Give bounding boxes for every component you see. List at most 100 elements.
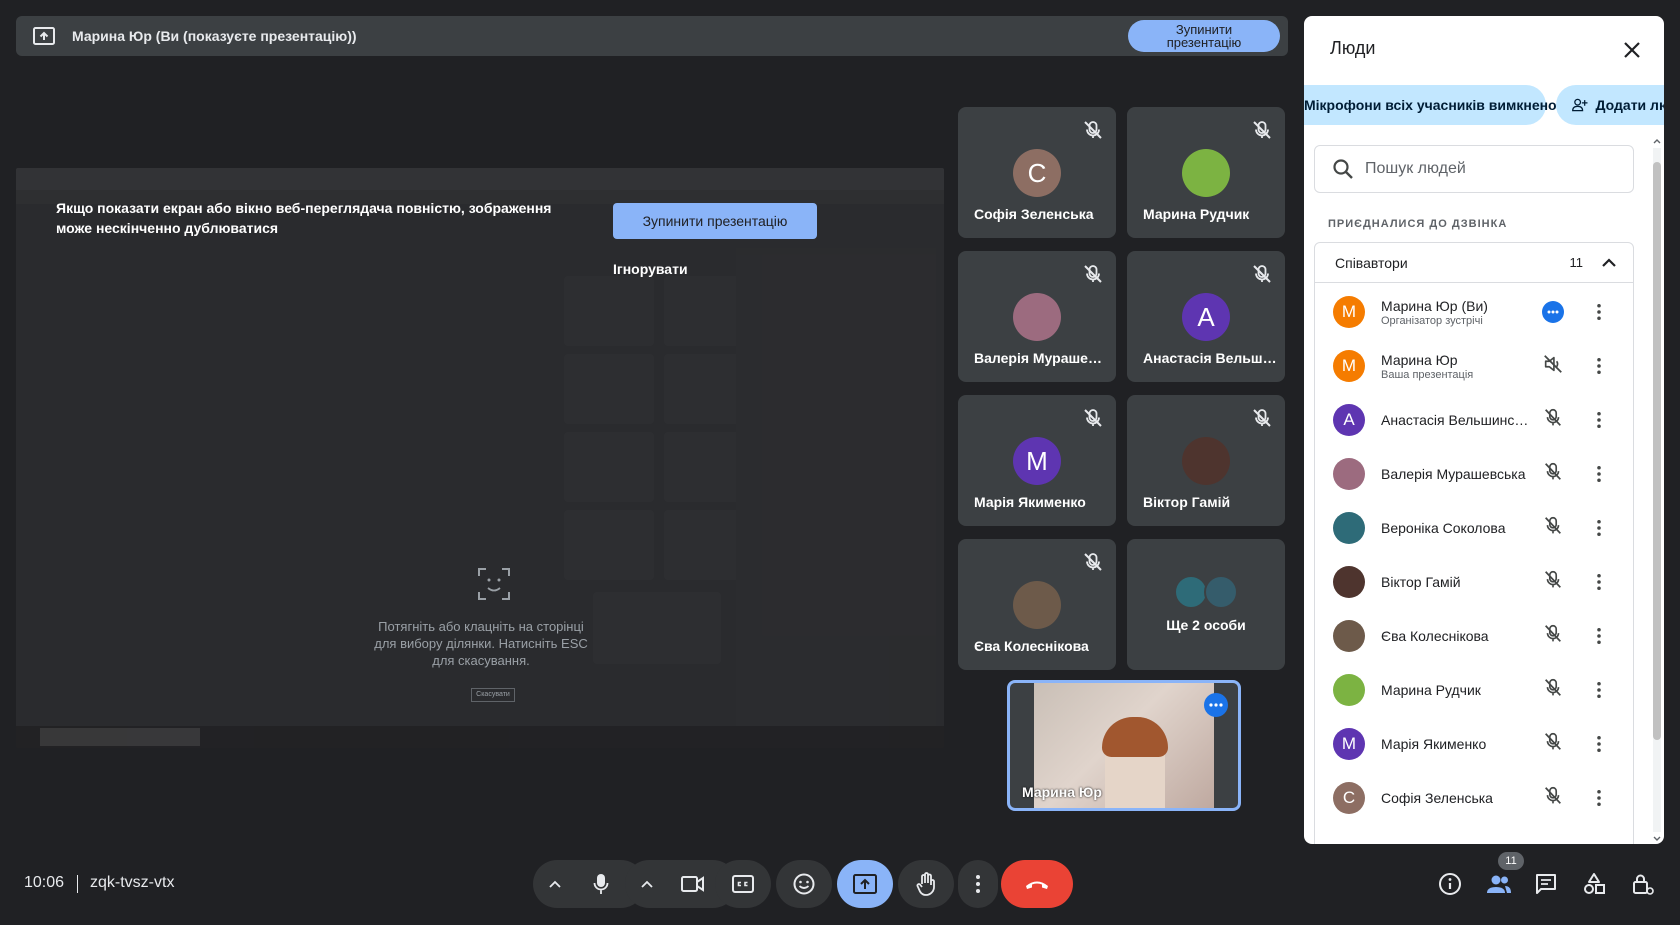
warning-ignore-button[interactable]: Ігнорувати bbox=[613, 258, 703, 280]
participant-status[interactable] bbox=[1541, 570, 1565, 594]
participant-row[interactable]: М Марина Юр (Ви) Організатор зустрічі bbox=[1315, 284, 1633, 340]
avatar bbox=[1182, 437, 1230, 485]
participant-row[interactable]: Марина Рудчик bbox=[1315, 662, 1633, 718]
host-controls-icon[interactable] bbox=[1630, 872, 1654, 896]
participant-name: Єва Колеснікова bbox=[1381, 628, 1489, 644]
present-button[interactable] bbox=[837, 860, 893, 908]
mic-off-icon bbox=[1082, 551, 1104, 573]
os-search bbox=[40, 728, 200, 746]
raise-hand-button[interactable] bbox=[898, 860, 954, 908]
more-vert-icon[interactable] bbox=[1587, 786, 1611, 810]
collaborators-label: Співавтори bbox=[1335, 254, 1408, 271]
people-scrollbar[interactable] bbox=[1650, 136, 1664, 844]
presentation-audio-off-icon bbox=[1542, 353, 1564, 380]
more-options-icon[interactable] bbox=[1542, 301, 1564, 323]
more-vert-icon[interactable] bbox=[1587, 516, 1611, 540]
reactions-button[interactable] bbox=[776, 860, 832, 908]
audio-options-chevron-icon[interactable] bbox=[543, 872, 567, 896]
more-vert-icon[interactable] bbox=[1587, 300, 1611, 324]
participant-status[interactable] bbox=[1541, 624, 1565, 648]
people-search[interactable] bbox=[1314, 145, 1634, 193]
more-people-tile[interactable]: Ще 2 особи bbox=[1127, 539, 1285, 670]
activities-icon[interactable] bbox=[1582, 872, 1606, 896]
participant-name: Софія Зеленська bbox=[974, 206, 1094, 222]
meeting-info-icon[interactable] bbox=[1438, 872, 1462, 896]
close-icon[interactable] bbox=[1620, 38, 1644, 62]
participant-tile[interactable]: Марина Рудчик bbox=[1127, 107, 1285, 238]
collaborators-header[interactable]: Співавтори 11 bbox=[1315, 243, 1633, 283]
participant-status[interactable] bbox=[1541, 786, 1565, 810]
more-options-icon[interactable] bbox=[1204, 693, 1228, 717]
participant-tile[interactable]: Віктор Гамій bbox=[1127, 395, 1285, 526]
participant-row[interactable]: С Софія Зеленська bbox=[1315, 770, 1633, 826]
people-icon[interactable] bbox=[1486, 872, 1512, 896]
scroll-up-icon[interactable] bbox=[1653, 138, 1661, 144]
stop-presenting-button[interactable]: Зупинити презентацію bbox=[1128, 20, 1280, 52]
add-people-button[interactable]: Додати людей bbox=[1556, 85, 1664, 125]
more-options-button[interactable] bbox=[958, 860, 998, 908]
avatar bbox=[1013, 581, 1061, 629]
scroll-down-icon[interactable] bbox=[1653, 836, 1661, 842]
more-vert-icon[interactable] bbox=[1587, 462, 1611, 486]
chat-icon[interactable] bbox=[1534, 872, 1558, 896]
self-tile-name: Марина Юр bbox=[1022, 784, 1102, 800]
more-vert-icon[interactable] bbox=[1587, 354, 1611, 378]
participant-status[interactable] bbox=[1541, 732, 1565, 756]
mic-off-icon bbox=[1542, 623, 1564, 650]
present-screen-icon bbox=[853, 874, 877, 894]
participant-status[interactable] bbox=[1541, 354, 1565, 378]
participant-row[interactable]: М Марія Якименко bbox=[1315, 716, 1633, 772]
participant-tile[interactable]: С Софія Зеленська bbox=[958, 107, 1116, 238]
participant-name: Марина Юр (Ви) bbox=[1381, 297, 1488, 314]
chevron-up-icon bbox=[1602, 257, 1616, 267]
participant-name: Марія Якименко bbox=[1381, 736, 1487, 752]
participant-info: Марина Рудчик bbox=[1381, 682, 1531, 698]
participant-status[interactable] bbox=[1541, 678, 1565, 702]
ghost-people-panel bbox=[736, 248, 936, 748]
more-vert-icon[interactable] bbox=[1587, 624, 1611, 648]
participant-name: Єва Колеснікова bbox=[974, 638, 1089, 654]
captions-button[interactable] bbox=[715, 860, 771, 908]
collaborators-count: 11 bbox=[1569, 255, 1584, 270]
avatar: С bbox=[1013, 149, 1061, 197]
meeting-time: 10:06 bbox=[24, 874, 65, 891]
participant-row[interactable]: Віктор Гамій bbox=[1315, 554, 1633, 610]
self-video-tile[interactable]: Марина Юр bbox=[1007, 680, 1241, 811]
more-vert-icon[interactable] bbox=[1587, 408, 1611, 432]
people-search-input[interactable] bbox=[1365, 160, 1625, 178]
avatar: М bbox=[1333, 728, 1365, 760]
avatar bbox=[1013, 293, 1061, 341]
participant-row[interactable]: Єва Колеснікова bbox=[1315, 608, 1633, 664]
participant-row[interactable]: М Марина Юр Ваша презентація bbox=[1315, 338, 1633, 394]
participant-row[interactable]: Валерія Мурашевська bbox=[1315, 446, 1633, 502]
leave-call-button[interactable] bbox=[1001, 860, 1073, 908]
mic-off-icon bbox=[1542, 515, 1564, 542]
joined-section-label: ПРИЄДНАЛИСЯ ДО ДЗВІНКА bbox=[1328, 218, 1508, 230]
participant-row[interactable]: А Анастасія Вельшинська bbox=[1315, 392, 1633, 448]
participant-tile[interactable]: Єва Колеснікова bbox=[958, 539, 1116, 670]
video-options-chevron-icon[interactable] bbox=[635, 872, 659, 896]
participant-tile[interactable]: Валерія Мурашевська bbox=[958, 251, 1116, 382]
more-vert-icon[interactable] bbox=[1587, 678, 1611, 702]
more-people-label: Ще 2 особи bbox=[1166, 617, 1246, 633]
participant-status[interactable] bbox=[1541, 408, 1565, 432]
avatar: А bbox=[1333, 404, 1365, 436]
more-vert-icon[interactable] bbox=[1587, 570, 1611, 594]
participant-tile[interactable]: М Марія Якименко bbox=[958, 395, 1116, 526]
microphone-icon[interactable] bbox=[589, 872, 613, 896]
camera-icon[interactable] bbox=[681, 872, 705, 896]
participant-tile[interactable]: А Анастасія Вельшинська bbox=[1127, 251, 1285, 382]
participant-info: Єва Колеснікова bbox=[1381, 628, 1531, 644]
scroll-thumb[interactable] bbox=[1653, 162, 1661, 740]
participant-status[interactable] bbox=[1541, 462, 1565, 486]
participant-status[interactable] bbox=[1541, 516, 1565, 540]
mute-all-chip[interactable]: Мікрофони всіх учасників вимкнено bbox=[1304, 85, 1557, 125]
participant-info: Вероніка Соколова bbox=[1381, 520, 1531, 536]
participant-status[interactable] bbox=[1541, 300, 1565, 324]
participant-name: Марина Рудчик bbox=[1381, 682, 1481, 698]
warning-stop-presenting-button[interactable]: Зупинити презентацію bbox=[613, 203, 817, 239]
ghost-tile bbox=[564, 354, 654, 424]
participant-name: Валерія Мурашевська bbox=[974, 350, 1108, 366]
more-vert-icon[interactable] bbox=[1587, 732, 1611, 756]
participant-row[interactable]: Вероніка Соколова bbox=[1315, 500, 1633, 556]
